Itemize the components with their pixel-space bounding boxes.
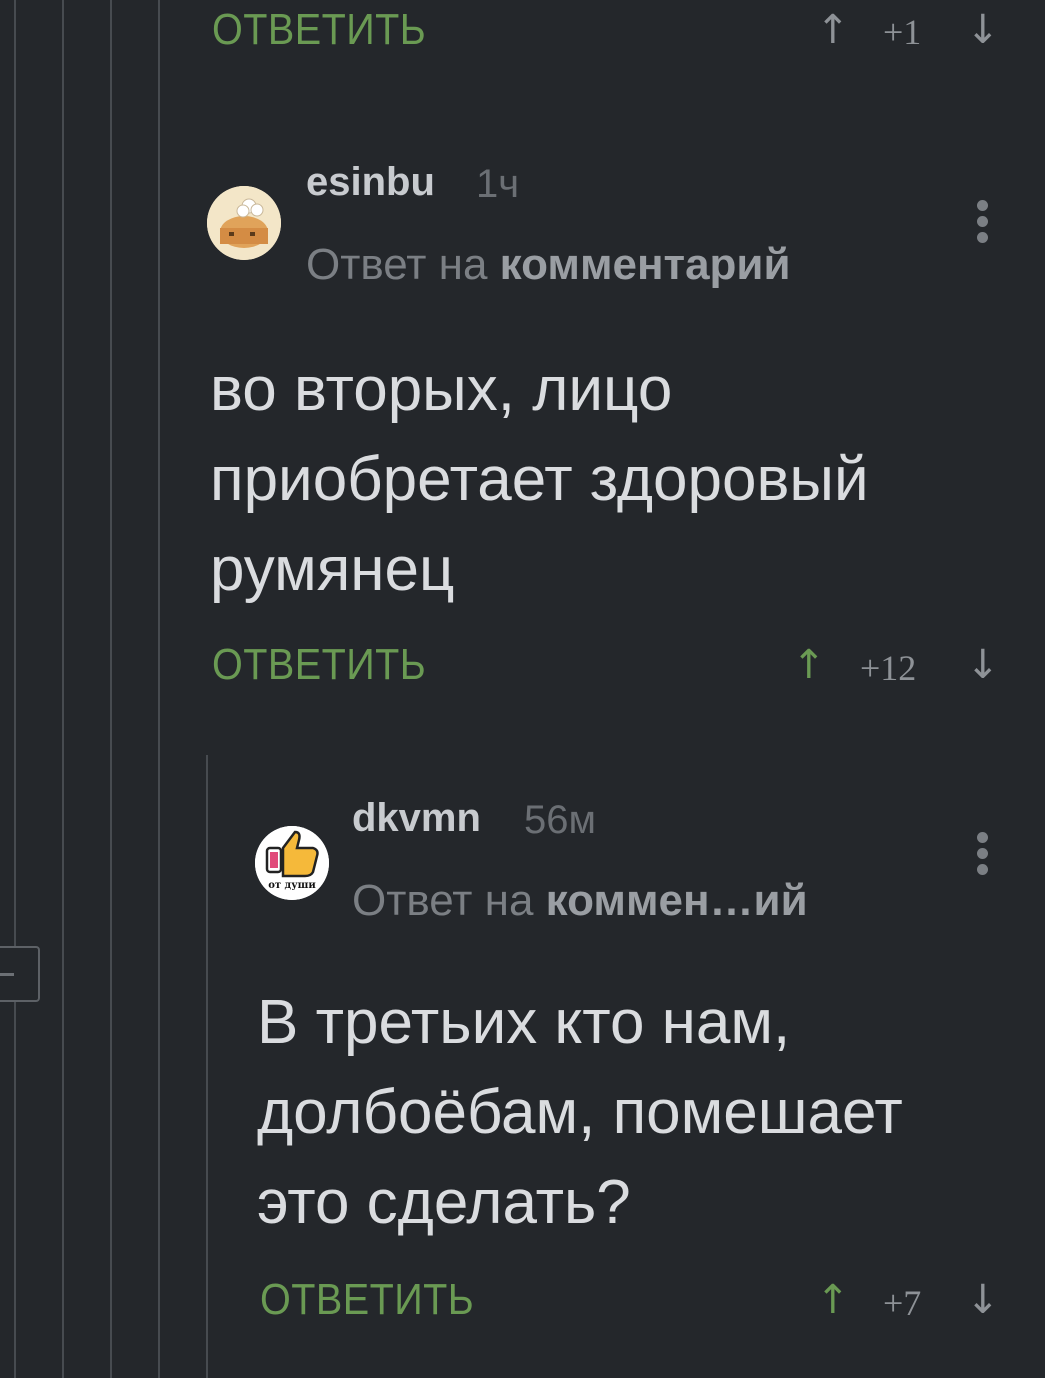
reply-to-dkvmn: Ответ на коммен…ий [352,876,808,926]
arrow-up-icon[interactable]: ↑ [816,1280,850,1320]
time-esinbu: 1ч [476,162,520,206]
reply-to-link[interactable]: коммен…ий [546,876,808,925]
arrow-up-icon[interactable]: ↑ [816,10,850,50]
collapse-thread-button[interactable] [0,946,40,1002]
reply-to-prefix: Ответ на [352,876,534,925]
username-dkvmn[interactable]: dkvmn [352,796,481,841]
more-vertical-icon[interactable] [975,832,989,882]
reply-button-top[interactable]: ОТВЕТИТЬ [212,5,426,55]
score-dkvmn: +7 [883,1283,922,1323]
comment-text-dkvmn: В третьих кто нам, долбоёбам, помешает э… [257,978,903,1248]
thread-line-1 [14,0,16,1378]
reply-button-dkvmn[interactable]: ОТВЕТИТЬ [260,1275,474,1325]
arrow-down-icon[interactable]: ↓ [966,1280,1000,1320]
chef-cake-icon [207,186,281,260]
reply-to-esinbu: Ответ на комментарий [306,240,791,290]
comment-text-esinbu: во вторых, лицо приобретает здоровый рум… [210,345,869,615]
score-top: +1 [883,12,922,52]
thumbs-up-icon: от души [255,826,329,900]
comment-line: это сделать? [257,1168,631,1237]
avatar-dkvmn[interactable]: от души [255,826,329,900]
comment-line: во вторых, лицо [210,355,673,424]
reply-to-link[interactable]: комментарий [500,240,791,289]
arrow-down-icon[interactable]: ↓ [966,645,1000,685]
thread-line-4 [158,0,160,1378]
collapse-thread-icon [0,973,14,976]
avatar-caption: от души [268,880,316,891]
comment-line: приобретает здоровый [210,445,869,514]
arrow-down-icon[interactable]: ↓ [966,10,1000,50]
more-vertical-icon[interactable] [975,200,989,250]
reply-button-esinbu[interactable]: ОТВЕТИТЬ [212,640,426,690]
time-dkvmn: 56м [524,798,596,842]
thread-line-5 [206,755,208,1378]
avatar-esinbu[interactable] [207,186,281,260]
score-esinbu: +12 [860,648,917,688]
comment-line: В третьих кто нам, [257,988,791,1057]
reply-to-prefix: Ответ на [306,240,488,289]
comment-line: долбоёбам, помешает [257,1078,903,1147]
comment-line: румянец [210,535,455,604]
comments-page: ОТВЕТИТЬ ↑ +1 ↓ esinbu 1ч Ответ на комме… [0,0,1045,1378]
arrow-up-icon[interactable]: ↑ [792,645,826,685]
thread-line-3 [110,0,112,1378]
thread-line-2 [62,0,64,1378]
username-esinbu[interactable]: esinbu [306,160,435,205]
